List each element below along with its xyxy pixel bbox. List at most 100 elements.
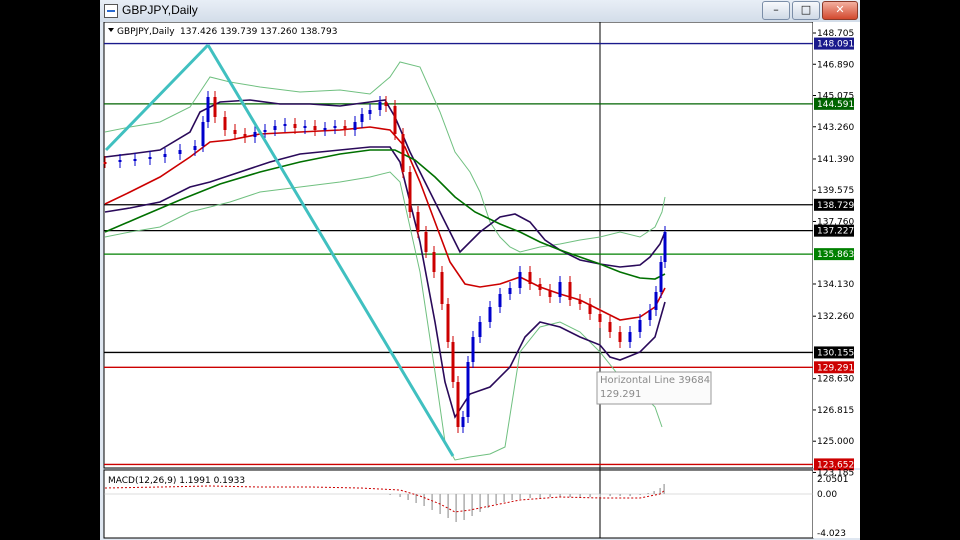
macd-bar (599, 494, 601, 497)
macd-bar (423, 494, 425, 506)
candle-body (446, 304, 450, 342)
macd-bar (463, 494, 465, 520)
macd-bar (647, 493, 649, 494)
candle-body (518, 272, 522, 288)
candle-body (103, 162, 107, 164)
candle-body (223, 117, 227, 130)
candle-body (416, 212, 420, 232)
candle-body (538, 284, 542, 290)
macd-bar (609, 494, 611, 496)
macd-tick-zero: 0.00 (817, 490, 837, 500)
price-label-text: 138.729 (817, 201, 854, 211)
macd-tick-top: 2.0501 (817, 475, 849, 485)
candle-body (163, 154, 167, 157)
price-label-text: 137.227 (817, 227, 854, 237)
candle-body (333, 126, 337, 128)
macd-bar (511, 494, 513, 500)
candle-body (213, 97, 217, 117)
candle-body (488, 307, 492, 322)
macd-bar (663, 484, 665, 494)
candle-body (659, 262, 663, 292)
candle-body (360, 114, 364, 122)
candle-body (263, 130, 267, 132)
macd-bar (407, 494, 409, 500)
chart-ohlc-label: 137.426 139.739 137.260 138.793 (180, 27, 337, 37)
macd-bar (503, 494, 505, 502)
minimize-button[interactable]: – (762, 1, 790, 20)
candle-body (283, 124, 287, 126)
candle-body (118, 160, 122, 162)
macd-bar (549, 494, 551, 497)
macd-bar (629, 494, 631, 496)
candle-body (471, 337, 475, 362)
candle-body (648, 310, 652, 320)
price-tick-label: 132.260 (817, 312, 854, 322)
candle-body (178, 150, 182, 154)
macd-bar (519, 494, 521, 499)
macd-bar (529, 494, 531, 498)
close-button[interactable]: ✕ (822, 1, 858, 20)
price-tick-label: 139.575 (817, 186, 854, 196)
candle-body (638, 320, 642, 332)
candle-body (588, 304, 592, 314)
candle-body (558, 282, 562, 297)
macd-bar (579, 494, 581, 497)
close-icon: ✕ (835, 3, 845, 16)
price-label-text: 129.291 (817, 363, 854, 373)
macd-bar (479, 494, 481, 512)
candle-body (568, 282, 572, 300)
price-tick-label: 125.000 (817, 437, 854, 447)
candle-body (608, 322, 612, 332)
price-tick-label: 141.390 (817, 155, 854, 165)
candle-body (578, 300, 582, 304)
candle-body (323, 128, 327, 130)
macd-bar (659, 488, 661, 494)
tooltip-value: 129.291 (600, 389, 641, 400)
horizontal-line-tooltip: Horizontal Line 39684 129.291 (596, 371, 712, 405)
macd-bar (639, 494, 641, 495)
price-tick-label: 137.760 (817, 217, 854, 227)
candle-body (313, 126, 317, 130)
macd-bar (399, 494, 401, 497)
chart-window: GBPJPY,Daily – □ ✕ GBPJPY,Daily 137.426 … (100, 0, 860, 540)
candle-body (368, 110, 372, 114)
macd-bar (539, 494, 541, 498)
price-chart[interactable]: GBPJPY,Daily 137.426 139.739 137.260 138… (100, 22, 860, 540)
macd-bar (589, 494, 591, 497)
minimize-icon: – (773, 3, 779, 16)
candle-body (548, 290, 552, 297)
candle-body (401, 134, 405, 172)
candle-body (451, 342, 455, 382)
macd-label: MACD(12,26,9) 1.1991 0.1933 (108, 476, 245, 486)
candle-body (618, 332, 622, 342)
candle-body (133, 159, 137, 161)
candle-body (432, 252, 436, 272)
window-title: GBPJPY,Daily (122, 3, 198, 17)
price-label-text: 148.091 (817, 40, 854, 50)
candle-body (253, 132, 257, 137)
macd-bar (389, 494, 391, 495)
candle-body (498, 294, 502, 307)
maximize-button[interactable]: □ (792, 1, 820, 20)
price-tick-label: 126.815 (817, 406, 854, 416)
candle-body (424, 232, 428, 252)
candle-body (466, 362, 470, 417)
price-tick-label: 148.705 (817, 29, 854, 39)
chart-window-icon (104, 4, 118, 18)
candle-body (148, 157, 152, 159)
chart-symbol-label: GBPJPY,Daily (117, 27, 175, 37)
maximize-icon: □ (800, 3, 812, 16)
price-axis[interactable] (813, 22, 860, 468)
candle-body (440, 272, 444, 304)
price-label-text: 135.863 (817, 250, 854, 260)
candle-body (273, 126, 277, 130)
title-bar[interactable]: GBPJPY,Daily – □ ✕ (100, 0, 860, 22)
price-tick-label: 143.260 (817, 123, 854, 133)
macd-bar (569, 494, 571, 497)
macd-bar (455, 494, 457, 522)
price-label-text: 130.155 (817, 348, 854, 358)
price-tick-label: 145.075 (817, 92, 854, 102)
candle-body (408, 172, 412, 212)
candle-body (233, 130, 237, 134)
candle-body (628, 332, 632, 342)
